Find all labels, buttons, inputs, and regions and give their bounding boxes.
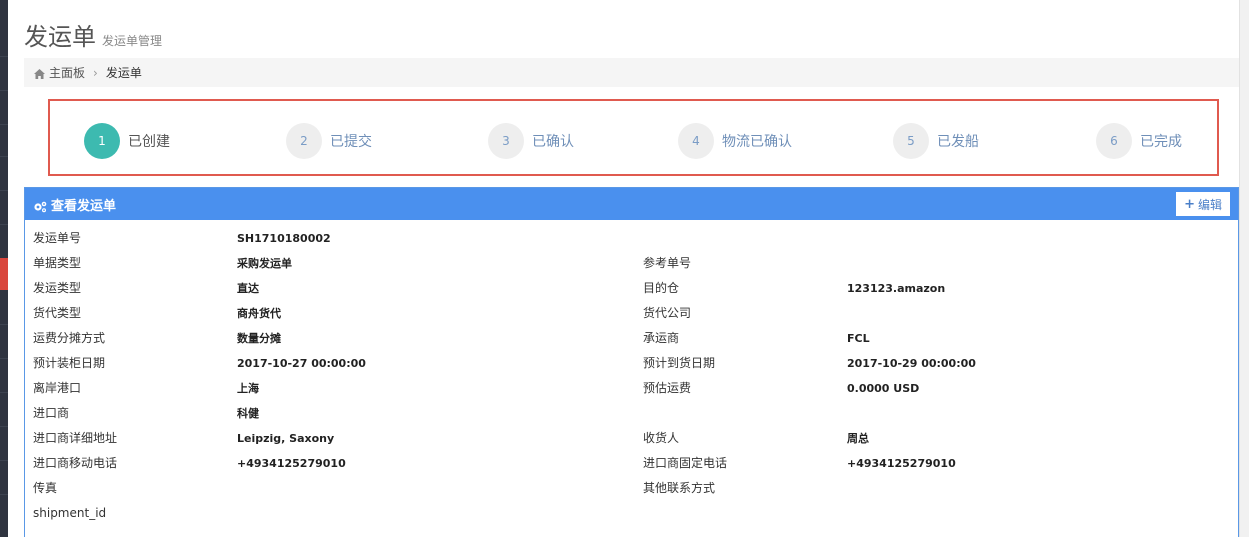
page-header: 发运单 发运单管理 (24, 16, 162, 52)
field-label: 进口商固定电话 (643, 456, 728, 470)
edit-button-label: 编辑 (1197, 197, 1222, 212)
field-label: 发运类型 (33, 281, 82, 295)
field-value: 商舟货代 (237, 307, 281, 320)
field-value: 周总 (847, 432, 869, 445)
field-label: 进口商详细地址 (33, 431, 118, 445)
step-number: 4 (678, 123, 714, 159)
field-label: 进口商移动电话 (33, 456, 118, 470)
step-number: 3 (488, 123, 524, 159)
field-value: 采购发运单 (237, 257, 292, 270)
step-created[interactable]: 1 已创建 (84, 123, 170, 159)
step-number: 1 (84, 123, 120, 159)
field-row: 离岸港口 上海 预估运费 0.0000 USD (25, 376, 1238, 401)
step-label: 已确认 (532, 134, 574, 150)
field-label: 传真 (33, 481, 58, 495)
field-label: 预计到货日期 (643, 356, 716, 370)
home-icon (34, 68, 45, 79)
page-subtitle: 发运单管理 (102, 34, 163, 48)
sidebar-active-item[interactable] (0, 258, 8, 290)
field-label: 货代类型 (33, 306, 82, 320)
breadcrumb: 主面板 › 发运单 (24, 58, 1239, 87)
field-value: +4934125279010 (847, 457, 956, 470)
status-steps: 1 已创建 2 已提交 3 已确认 4 物流已确认 5 已发船 6 已完成 (48, 99, 1219, 176)
field-value: +4934125279010 (237, 457, 346, 470)
step-submitted[interactable]: 2 已提交 (286, 123, 372, 159)
field-label: 单据类型 (33, 256, 82, 270)
field-row: 进口商详细地址 Leipzig, Saxony 收货人 周总 (25, 426, 1238, 451)
step-label: 已提交 (330, 134, 372, 150)
sidebar-divider (0, 426, 8, 427)
field-row: 预计装柜日期 2017-10-27 00:00:00 预计到货日期 2017-1… (25, 351, 1238, 376)
field-row: 单据类型 采购发运单 参考单号 (25, 251, 1238, 276)
field-value: 2017-10-29 00:00:00 (847, 357, 976, 370)
scrollbar[interactable] (1239, 0, 1249, 537)
sidebar-divider (0, 494, 8, 495)
field-label: 预估运费 (643, 381, 692, 395)
shipment-detail-panel: 查看发运单 + 编辑 发运单号 SH1710180002 单据类型 采购发运单 … (24, 187, 1239, 537)
step-label: 已发船 (937, 134, 979, 150)
field-value: 123123.amazon (847, 282, 946, 295)
sidebar-divider (0, 156, 8, 157)
field-value: SH1710180002 (237, 232, 331, 245)
page-title: 发运单 (24, 23, 96, 51)
field-label: 承运商 (643, 331, 680, 345)
field-label: 目的仓 (643, 281, 680, 295)
step-number: 5 (893, 123, 929, 159)
sidebar-divider (0, 324, 8, 325)
field-label: 发运单号 (33, 231, 82, 245)
field-value: 直达 (237, 282, 259, 295)
breadcrumb-chevron-icon: › (93, 65, 98, 80)
step-confirmed[interactable]: 3 已确认 (488, 123, 574, 159)
field-label: 货代公司 (643, 306, 692, 320)
panel-title: 查看发运单 (51, 198, 117, 214)
step-label: 物流已确认 (722, 134, 792, 150)
step-number: 2 (286, 123, 322, 159)
step-label: 已完成 (1140, 134, 1182, 150)
field-label: 离岸港口 (33, 381, 82, 395)
field-label: 收货人 (643, 431, 680, 445)
field-row: 货代类型 商舟货代 货代公司 (25, 301, 1238, 326)
panel-heading: 查看发运单 + 编辑 (25, 188, 1238, 220)
sidebar-divider (0, 224, 8, 225)
step-label: 已创建 (128, 134, 170, 150)
field-row: 进口商 科健 (25, 401, 1238, 426)
sidebar-divider (0, 90, 8, 91)
breadcrumb-home-link[interactable]: 主面板 (49, 64, 85, 81)
field-value: 2017-10-27 00:00:00 (237, 357, 366, 370)
edit-button[interactable]: + 编辑 (1176, 192, 1230, 216)
field-row: 发运类型 直达 目的仓 123123.amazon (25, 276, 1238, 301)
field-value: 上海 (237, 382, 259, 395)
sidebar-divider (0, 124, 8, 125)
field-label: 其他联系方式 (643, 481, 716, 495)
field-row: 运费分摊方式 数量分摊 承运商 FCL (25, 326, 1238, 351)
field-value: 0.0000 USD (847, 382, 920, 395)
field-value: 数量分摊 (237, 332, 281, 345)
cogs-icon (33, 198, 47, 213)
field-row: shipment_id (25, 501, 1238, 526)
sidebar-divider (0, 392, 8, 393)
field-label: 进口商 (33, 406, 70, 420)
field-row: 传真 其他联系方式 (25, 476, 1238, 501)
breadcrumb-current: 发运单 (105, 66, 142, 80)
sidebar-divider (0, 190, 8, 191)
step-completed[interactable]: 6 已完成 (1096, 123, 1182, 159)
field-value: 科健 (237, 407, 259, 420)
sidebar-divider (0, 56, 8, 57)
field-value: Leipzig, Saxony (237, 432, 335, 445)
field-label: 参考单号 (643, 256, 692, 270)
field-label: 预计装柜日期 (33, 356, 106, 370)
field-label: shipment_id (33, 506, 107, 520)
step-shipped[interactable]: 5 已发船 (893, 123, 979, 159)
step-number: 6 (1096, 123, 1132, 159)
field-label: 运费分摊方式 (33, 331, 106, 345)
field-value: FCL (847, 332, 870, 345)
step-logistics-confirmed[interactable]: 4 物流已确认 (678, 123, 792, 159)
field-row: 发运单号 SH1710180002 (25, 226, 1238, 251)
field-row: 进口商移动电话 +4934125279010 进口商固定电话 +49341252… (25, 451, 1238, 476)
sidebar-divider (0, 358, 8, 359)
sidebar-edge (0, 0, 8, 537)
plus-icon: + (1184, 196, 1195, 212)
sidebar-divider (0, 460, 8, 461)
